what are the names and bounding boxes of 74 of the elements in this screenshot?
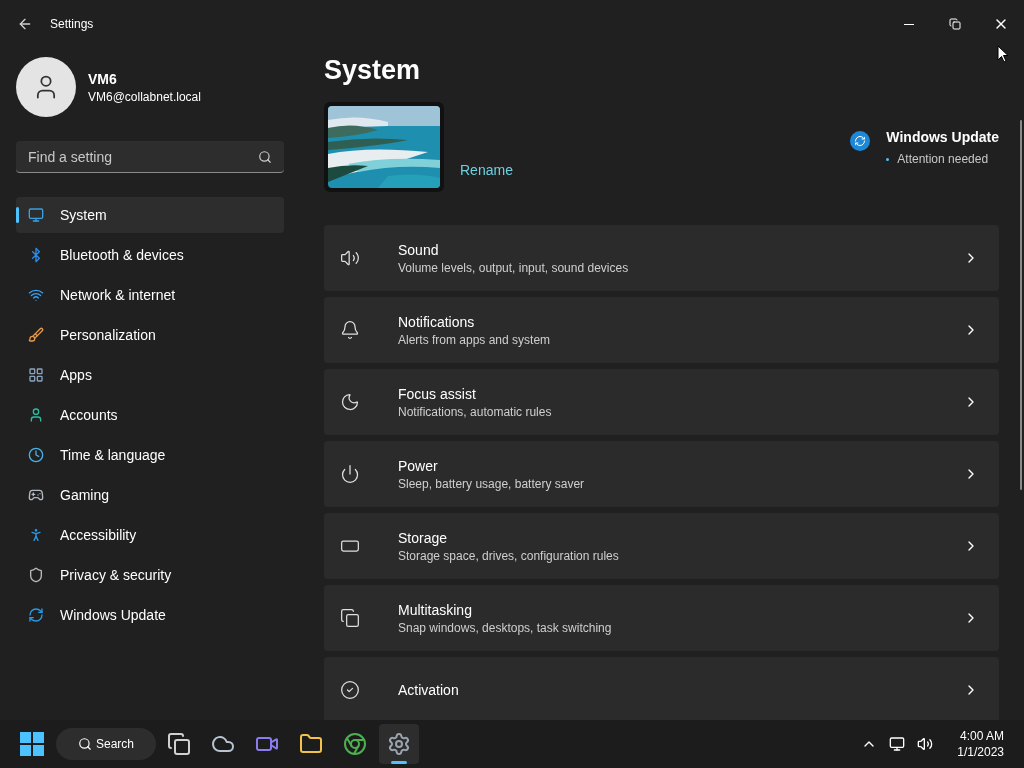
wifi-icon [28,287,44,303]
sidebar-item[interactable]: Time & language [16,437,284,473]
check-circle-icon [340,680,360,700]
speaker-icon[interactable] [917,736,934,752]
bell-icon [340,320,360,340]
page-title: System [324,54,422,87]
card-subtitle: Storage space, drives, configuration rules [398,548,619,564]
sidebar-item[interactable]: Bluetooth & devices [16,237,284,273]
card-subtitle: Notifications, automatic rules [398,404,552,420]
taskbar-app[interactable] [379,724,419,764]
update-status: Attention needed [897,151,989,167]
rename-link[interactable]: Rename [460,160,513,180]
account-email: VM6@collabnet.local [88,89,201,105]
card-subtitle: Alerts from apps and system [398,332,551,348]
back-icon[interactable] [17,16,33,32]
cursor-icon [997,45,1009,63]
card-title: Activation [398,681,459,700]
card-title: Multitasking [398,601,473,620]
sidebar-item[interactable]: Privacy & security [16,557,284,593]
taskbar-search[interactable]: Search [56,728,156,760]
scrollbar[interactable] [1020,120,1022,490]
settings-card[interactable]: Power Sleep, battery usage, battery saver [324,441,999,507]
card-subtitle: Sleep, battery usage, battery saver [398,476,585,492]
task-view-icon [167,732,191,756]
folder-icon [299,732,323,756]
sidebar-item[interactable]: Apps [16,357,284,393]
refresh-icon [850,131,871,151]
refresh-icon [28,607,44,623]
card-title: Sound [398,241,440,260]
settings-card[interactable]: Sound Volume levels, output, input, sound devices [324,225,999,291]
card-title: Power [398,457,439,476]
settings-card[interactable]: Notifications Alerts from apps and system [324,297,999,363]
sidebar-item[interactable]: Accessibility [16,517,284,553]
speaker-icon [340,248,360,268]
moon-icon [340,392,360,412]
card-subtitle: Volume levels, output, input, sound devices [398,260,629,276]
selection-indicator [16,207,19,223]
sidebar-item[interactable]: Gaming [16,477,284,513]
start-icon[interactable] [20,732,44,756]
clock[interactable]: 4:00 AM 1/1/2023 [957,728,1004,760]
brush-icon [28,327,44,343]
sidebar-item[interactable]: System [16,197,284,233]
active-indicator [391,761,407,764]
search-icon[interactable] [258,150,272,164]
settings-card[interactable]: Focus assist Notifications, automatic rules [324,369,999,435]
card-title: Storage [398,529,449,548]
gamepad-icon [28,487,44,503]
sidebar-item[interactable]: Network & internet [16,277,284,313]
sidebar-item[interactable]: Windows Update [16,597,284,633]
settings-card[interactable]: Storage Storage space, drives, configuration rules [324,513,999,579]
accessibility-icon [28,527,44,543]
card-title: Focus assist [398,385,477,404]
settings-card[interactable]: Activation [324,657,999,720]
monitor-icon [28,207,44,223]
card-subtitle: Snap windows, desktops, task switching [398,620,612,636]
gear-icon [387,732,411,756]
restore-icon [949,18,961,30]
apps-grid-icon [28,367,44,383]
window-title: Settings [50,16,94,32]
shield-icon [28,567,44,583]
update-title[interactable]: Windows Update [886,127,999,147]
sidebar-item[interactable]: Accounts [16,397,284,433]
minimize-icon [904,23,914,25]
windows-icon [340,608,360,628]
person-icon [28,407,44,423]
settings-card[interactable]: Multitasking Snap windows, desktops, task switching [324,585,999,651]
search-icon [78,737,92,751]
browser-icon [343,732,367,756]
search-field[interactable]: Find a setting [16,141,284,173]
power-icon [340,464,360,484]
card-title: Notifications [398,313,476,332]
sidebar-item[interactable]: Personalization [16,317,284,353]
account-name: VM6 [88,70,118,89]
clock-icon [28,447,44,463]
